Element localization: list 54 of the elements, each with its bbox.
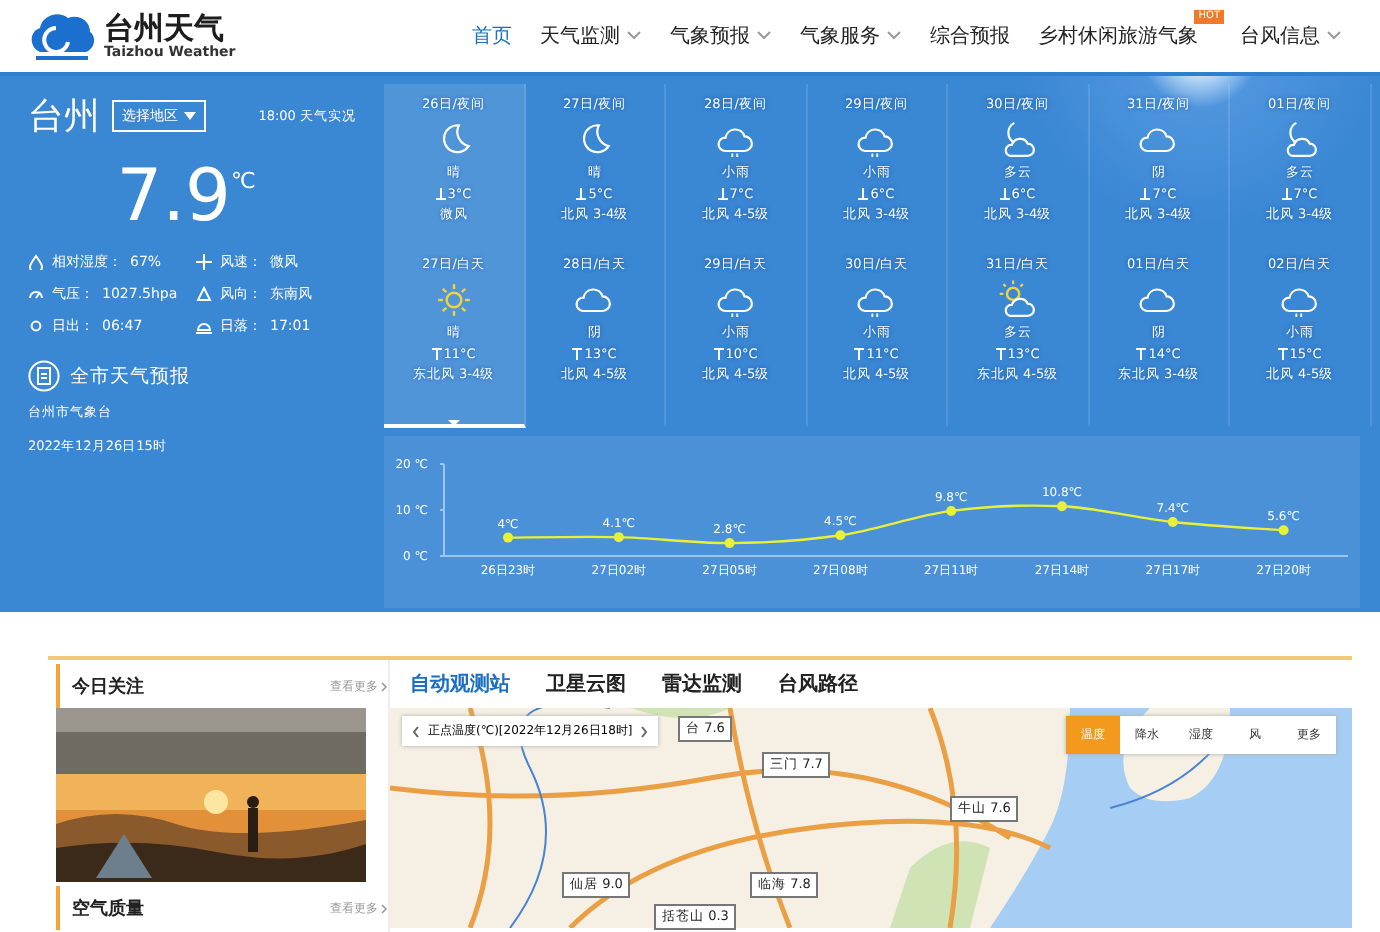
data-point [503,532,513,543]
y-axis [439,463,445,557]
unit: ℃ [230,168,256,194]
droplet-icon [28,254,44,270]
section-title: 空气质量 [72,896,144,921]
data-point [1057,501,1067,512]
sun-cloud-icon [995,278,1040,320]
data-point [835,530,846,541]
low-temp-icon [999,187,1010,200]
high-temp-icon [431,347,442,360]
nav-tab[interactable]: 气象预报 [656,6,786,66]
high-temp-icon [572,347,583,360]
caret-icon [184,112,196,120]
low-temp-icon [1281,187,1292,200]
map-tab[interactable]: 台风路径 [778,670,858,698]
chevron-right-icon [640,725,649,737]
data-point [724,538,735,549]
previous-button[interactable] [412,722,420,740]
low-temp-icon [1140,187,1151,200]
map-tab[interactable]: 卫星云图 [546,670,626,698]
temperature: 7.9 [116,160,231,236]
nav-tab[interactable]: 台风信息 [1226,6,1356,66]
nav-tab[interactable]: 首页 [458,6,526,66]
low-temp-icon [435,187,446,200]
city-forecast-link[interactable]: 全市天气预报 [28,360,190,392]
nav-tab[interactable]: 天气监测 [526,6,656,66]
next-button[interactable] [640,722,649,740]
low-temp-icon [717,187,728,200]
nav-tab[interactable]: 综合预报 [916,6,1024,66]
high-temp-icon [995,347,1006,360]
data-point [1167,516,1178,527]
high-temp-icon [713,347,724,360]
cloud-logo-icon [28,8,96,64]
nav-tab[interactable]: 气象服务 [786,6,916,66]
site-title: 台州天气 [104,12,224,44]
city-name: 台州 [28,94,100,140]
low-temp-icon [858,187,869,200]
chevron-right-icon [380,681,388,691]
map-tab[interactable]: 雷达监测 [662,670,742,698]
sunset-icon [196,318,212,334]
low-temp-icon [576,187,587,200]
high-temp-icon [854,347,865,360]
data-point [613,532,624,543]
data-point [1278,525,1289,536]
data-point [946,505,957,516]
section-title: 今日关注 [72,674,144,699]
triangle-icon [196,286,212,302]
high-temp-icon [1136,347,1147,360]
high-temp-icon [1277,347,1288,360]
document-icon [28,360,60,392]
map-tab[interactable]: 自动观测站 [410,670,510,698]
chevron-right-icon [380,903,388,913]
gauge-icon [28,286,44,302]
chevron-left-icon [412,725,420,737]
